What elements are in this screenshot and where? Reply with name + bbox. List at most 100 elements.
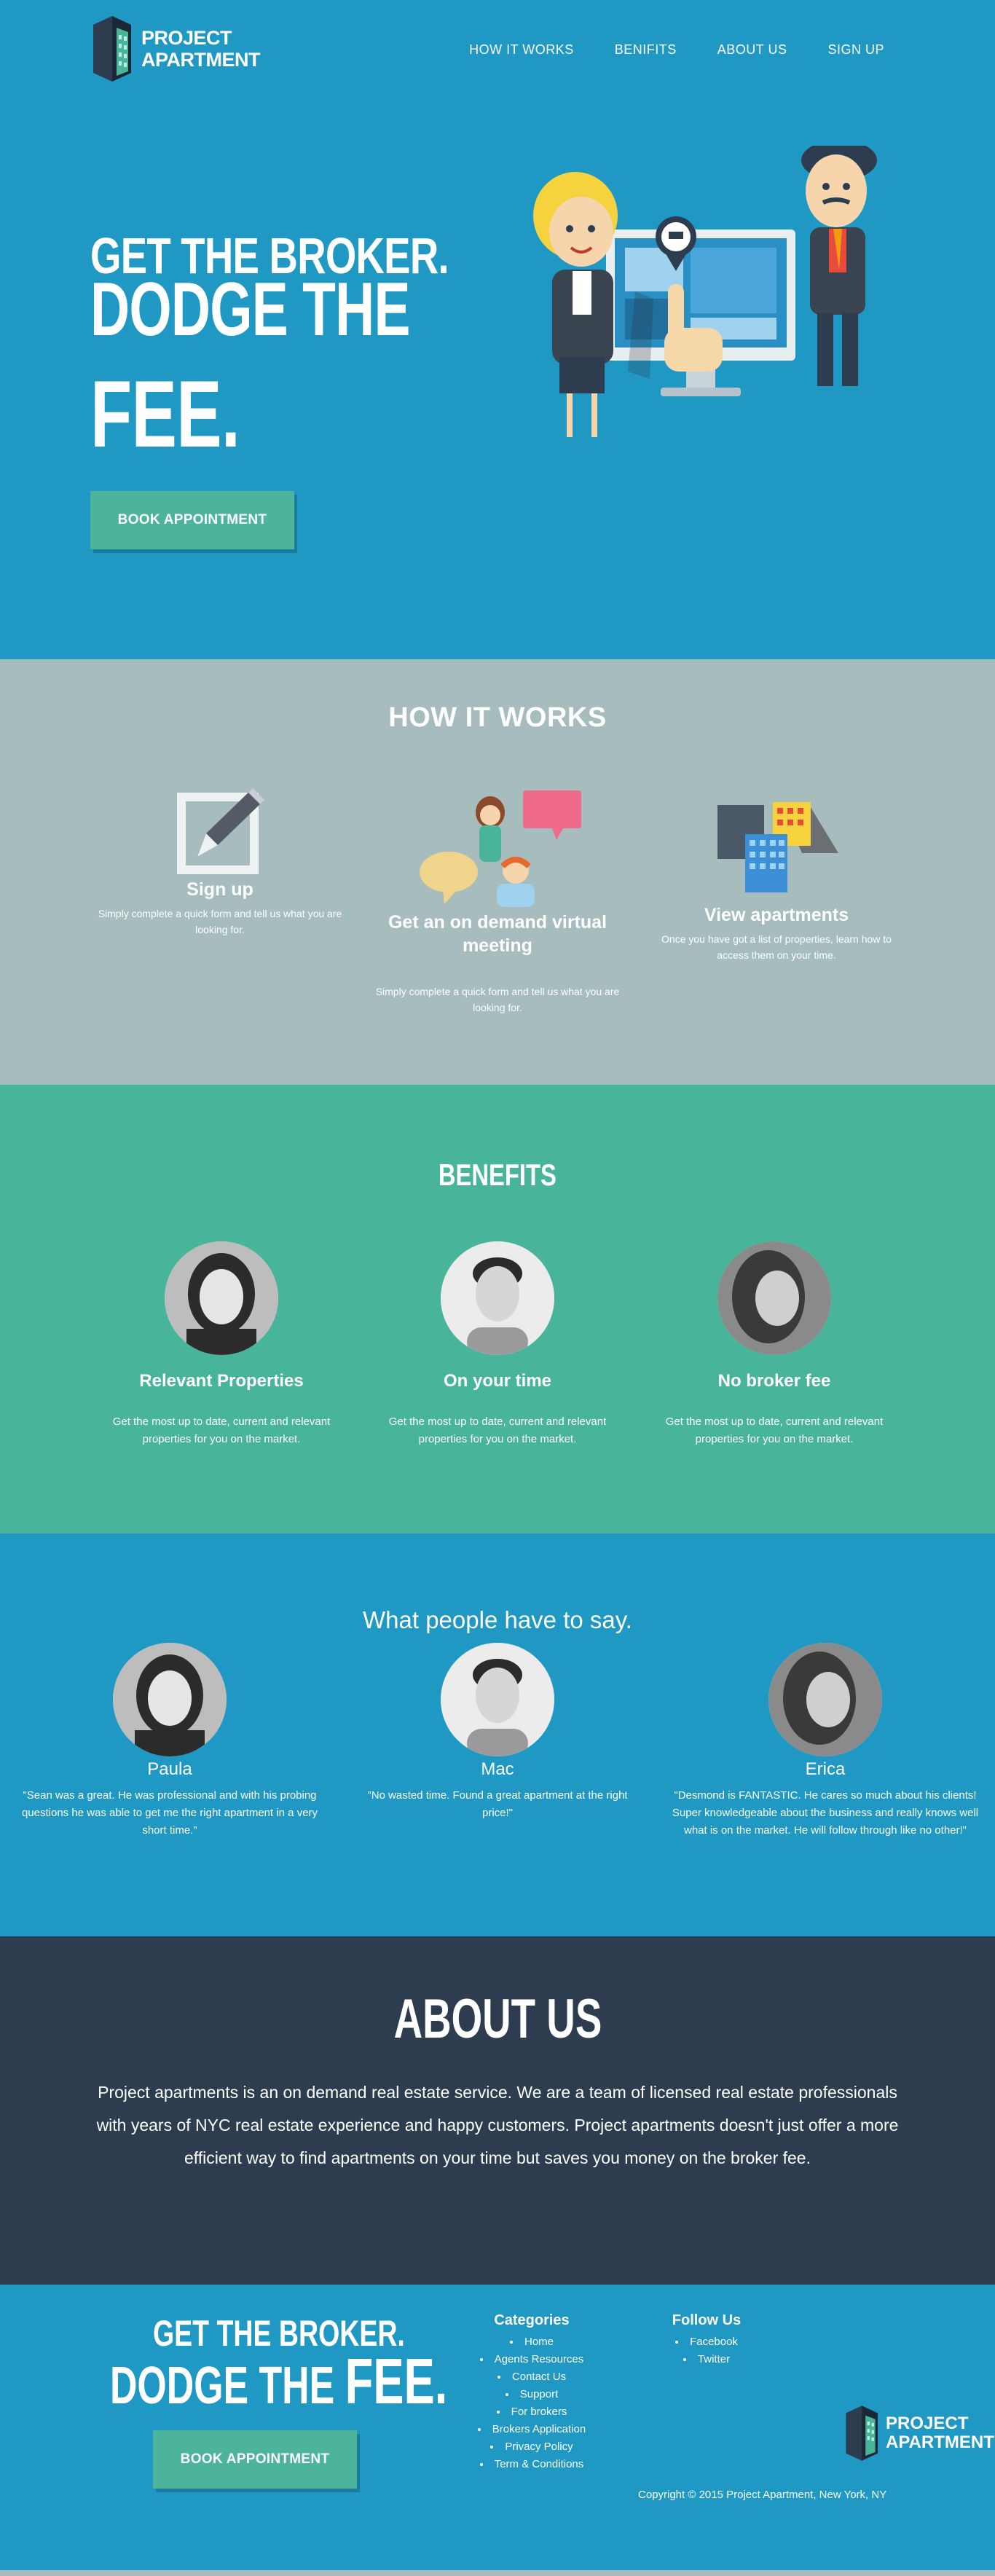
footer-headline-2a: DODGE THE [110, 2357, 345, 2415]
testimonial-quote: "Sean was a great. He was professional a… [21, 1789, 318, 1837]
category-item: Term & Conditions [459, 2456, 605, 2473]
brand-line-2: APARTMENT [141, 49, 260, 71]
about-title: ABOUT US [0, 1987, 995, 2051]
avatar [441, 1241, 554, 1355]
step-text: Simply complete a quick form and tell us… [375, 986, 620, 1013]
benefit-title: On your time [443, 1371, 552, 1391]
brand-line-1: PROJECT [886, 2414, 969, 2433]
step-text: Simply complete a quick form and tell us… [98, 908, 342, 935]
avatar [768, 1643, 882, 1756]
category-link-privacy-policy[interactable]: Privacy Policy [505, 2440, 573, 2453]
virtual-meeting-icon [420, 790, 581, 907]
testimonials-section: What people have to say. Paula "Sean was… [0, 1534, 995, 1936]
category-item: Agents Resources [459, 2351, 605, 2368]
how-it-works-section: HOW IT WORKS Sign up Simply complete a q… [0, 659, 995, 1085]
step-text: Once you have got a list of properties, … [661, 933, 892, 961]
hero-headline-2: DODGE THE [90, 267, 410, 352]
facebook-link[interactable]: Facebook [690, 2336, 738, 2348]
footer-follow-us: Follow Us Facebook Twitter [648, 2312, 765, 2368]
footer-categories: Categories Home Agents Resources Contact… [459, 2312, 605, 2473]
avatar [717, 1241, 831, 1355]
testimonial-name: Erica [805, 1759, 846, 1779]
step-title: View apartments [704, 905, 849, 925]
nav-sign-up[interactable]: SIGN UP [827, 42, 884, 58]
testimonial-name: Paula [147, 1759, 192, 1779]
category-link-support[interactable]: Support [520, 2388, 559, 2400]
step-view-apartments: View apartments Once you have got a list… [645, 790, 908, 963]
benefit-text: Get the most up to date, current and rel… [665, 1415, 884, 1445]
benefit-title: Relevant Properties [139, 1371, 304, 1391]
footer-headline-2: DODGE THE FEE. [110, 2344, 447, 2419]
about-title-text: ABOUT US [393, 1988, 602, 2050]
benefits-section: BENEFITS Relevant Properties Get the mos… [0, 1085, 995, 1534]
hero-illustration [533, 146, 877, 437]
footer-book-appointment-button[interactable]: BOOK APPOINTMENT [153, 2430, 357, 2489]
brand-line-2: APARTMENT [886, 2432, 994, 2452]
category-item: Privacy Policy [459, 2438, 605, 2456]
category-item: Home [459, 2333, 605, 2351]
categories-list: Home Agents Resources Contact Us Support… [459, 2333, 605, 2473]
testimonial-quote: "No wasted time. Found a great apartment… [367, 1789, 628, 1819]
bottom-strip [0, 2570, 995, 2576]
step-sign-up: Sign up Simply complete a quick form and… [89, 787, 351, 938]
book-appointment-button[interactable]: BOOK APPOINTMENT [90, 491, 294, 549]
footer: GET THE BROKER. DODGE THE FEE. BOOK APPO… [0, 2285, 995, 2570]
footer-logo[interactable]: PROJECT APARTMENT [843, 2404, 994, 2462]
benefit-text: Get the most up to date, current and rel… [112, 1415, 331, 1445]
about-text: Project apartments is an on demand real … [96, 2083, 899, 2167]
buildings-icon [717, 802, 838, 892]
categories-title: Categories [494, 2312, 570, 2328]
brand-name: PROJECT APARTMENT [141, 27, 260, 71]
follow-item: Twitter [648, 2351, 765, 2368]
testimonial-card: Mac "No wasted time. Found a great apart… [337, 1643, 658, 1822]
avatar [113, 1643, 227, 1756]
twitter-link[interactable]: Twitter [698, 2353, 730, 2365]
follow-title: Follow Us [672, 2312, 742, 2328]
category-item: For brokers [459, 2403, 605, 2421]
benefits-title-text: BENEFITS [438, 1158, 557, 1192]
step-title: Sign up [186, 879, 253, 900]
brand-logo[interactable]: PROJECT APARTMENT [90, 15, 260, 83]
category-link-agents-resources[interactable]: Agents Resources [495, 2353, 584, 2365]
main-nav: HOW IT WORKS BENIFITS ABOUT US SIGN UP [469, 42, 884, 58]
about-section: ABOUT US Project apartments is an on dem… [0, 1936, 995, 2285]
benefit-card: On your time Get the most up to date, cu… [366, 1241, 629, 1448]
brand-line-1: PROJECT [141, 27, 232, 49]
testimonial-name: Mac [481, 1759, 514, 1779]
category-link-brokers-application[interactable]: Brokers Application [492, 2423, 586, 2435]
follow-list: Facebook Twitter [648, 2333, 765, 2368]
step-virtual-meeting: Get an on demand virtual meeting Simply … [366, 783, 629, 1016]
benefit-card: No broker fee Get the most up to date, c… [643, 1241, 905, 1448]
footer-headline-2b: FEE. [345, 2345, 448, 2417]
checkbox-pencil-icon [177, 788, 264, 874]
step-title: Get an on demand virtual meeting [388, 912, 607, 956]
category-item: Contact Us [459, 2368, 605, 2386]
building-logo-icon [846, 2406, 878, 2461]
category-link-terms[interactable]: Term & Conditions [495, 2458, 584, 2470]
benefit-title: No broker fee [717, 1371, 831, 1391]
copyright: Copyright © 2015 Project Apartment, New … [638, 2489, 887, 2501]
category-link-for-brokers[interactable]: For brokers [511, 2406, 567, 2418]
benefits-title: BENEFITS [0, 1158, 995, 1193]
hero-headline-3: FEE. [90, 361, 240, 467]
category-item: Brokers Application [459, 2421, 605, 2438]
footer-brand-name: PROJECT APARTMENT [886, 2414, 994, 2452]
category-item: Support [459, 2386, 605, 2403]
testimonial-card: Erica "Desmond is FANTASTIC. He cares so… [665, 1643, 986, 1839]
nav-how-it-works[interactable]: HOW IT WORKS [469, 42, 574, 58]
hero-section: PROJECT APARTMENT HOW IT WORKS BENIFITS … [0, 0, 995, 659]
benefit-card: Relevant Properties Get the most up to d… [90, 1241, 353, 1448]
testimonial-card: Paula "Sean was a great. He was professi… [9, 1643, 330, 1839]
avatar [165, 1241, 278, 1355]
nav-about-us[interactable]: ABOUT US [717, 42, 787, 58]
follow-item: Facebook [648, 2333, 765, 2351]
how-it-works-title: HOW IT WORKS [388, 702, 607, 733]
testimonials-title: What people have to say. [363, 1606, 632, 1633]
avatar [441, 1643, 554, 1756]
testimonial-quote: "Desmond is FANTASTIC. He cares so much … [672, 1789, 979, 1837]
category-link-contact-us[interactable]: Contact Us [512, 2371, 566, 2383]
benefit-text: Get the most up to date, current and rel… [388, 1415, 607, 1445]
nav-benifits[interactable]: BENIFITS [615, 42, 677, 58]
category-link-home[interactable]: Home [524, 2336, 554, 2348]
building-logo-icon [93, 16, 131, 82]
